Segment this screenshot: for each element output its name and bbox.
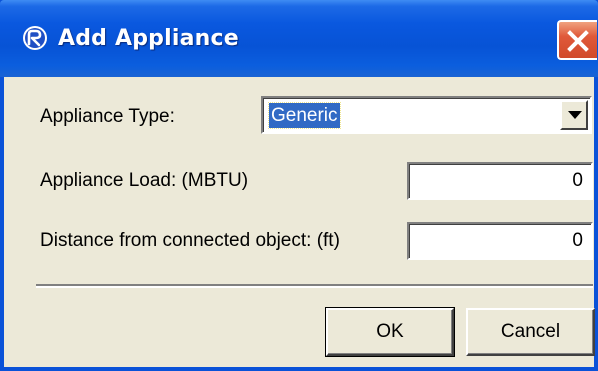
appliance-type-label: Appliance Type: [40, 106, 175, 127]
close-button[interactable] [557, 20, 597, 60]
close-icon [567, 30, 589, 52]
distance-label: Distance from connected object: (ft) [40, 230, 340, 251]
title-bar[interactable]: Add Appliance [0, 0, 598, 77]
chevron-down-icon [568, 111, 582, 119]
ok-button[interactable]: OK [325, 307, 455, 357]
appliance-load-input[interactable] [407, 162, 593, 200]
separator [36, 284, 593, 288]
cancel-button[interactable]: Cancel [466, 308, 595, 356]
appliance-type-select[interactable]: Generic [261, 96, 592, 134]
add-appliance-dialog: Add Appliance Appliance Type: Generic Ap… [0, 0, 598, 371]
distance-input[interactable] [407, 222, 593, 260]
app-logo-icon [22, 25, 48, 51]
dropdown-button[interactable] [560, 100, 588, 130]
appliance-type-selected-value: Generic [268, 102, 341, 129]
window-title: Add Appliance [58, 26, 239, 51]
appliance-load-label: Appliance Load: (MBTU) [40, 170, 249, 191]
